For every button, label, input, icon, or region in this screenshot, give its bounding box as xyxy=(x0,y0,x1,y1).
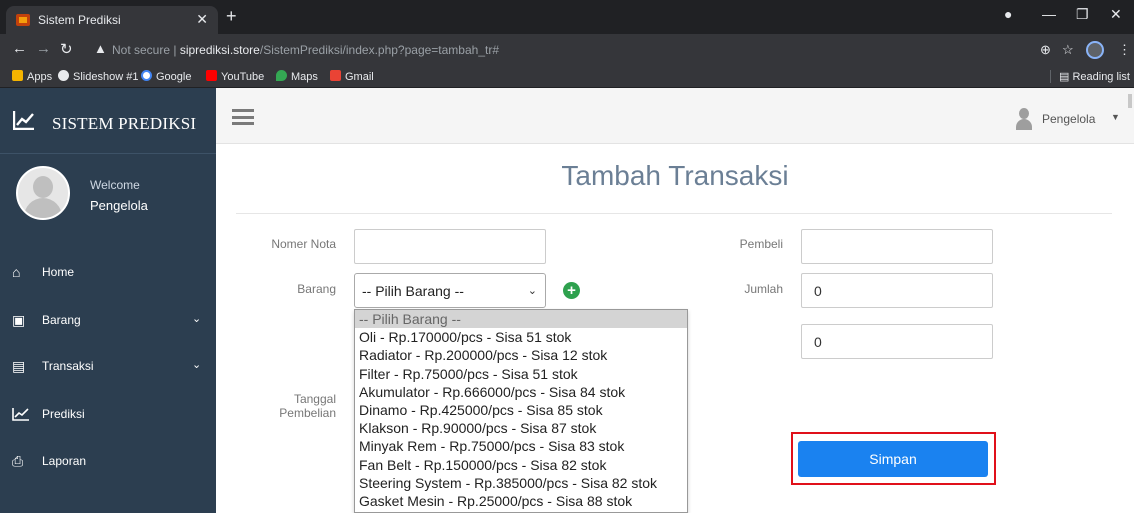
reload-icon[interactable]: ↻ xyxy=(60,40,73,58)
chevron-down-icon: ⌄ xyxy=(192,313,202,325)
scrollbar[interactable] xyxy=(1128,94,1132,108)
home-icon: ⌂ xyxy=(12,264,21,280)
jumlah-label: Jumlah xyxy=(744,282,783,296)
sidebar-item-label: Barang xyxy=(42,313,81,327)
browser-tab[interactable]: Sistem Prediksi ✕ xyxy=(6,6,218,34)
barang-select[interactable]: -- Pilih Barang -- ⌄ xyxy=(354,273,546,308)
dropdown-option[interactable]: Filter - Rp.75000/pcs - Sisa 51 stok xyxy=(355,365,687,383)
dropdown-option[interactable]: Steering System - Rp.385000/pcs - Sisa 8… xyxy=(355,474,687,492)
new-tab-icon[interactable]: + xyxy=(226,6,237,27)
bookmark-apps[interactable]: Apps xyxy=(12,70,52,83)
sidebar-item-prediksi[interactable]: Prediksi xyxy=(0,401,216,429)
bookmark-maps[interactable]: Maps xyxy=(276,70,318,83)
nomer-nota-label: Nomer Nota xyxy=(271,237,336,251)
page-title: Tambah Transaksi xyxy=(561,160,789,191)
dropdown-option[interactable]: Gasket Mesin - Rp.25000/pcs - Sisa 88 st… xyxy=(355,492,687,510)
dropdown-option[interactable]: Oli - Rp.170000/pcs - Sisa 51 stok xyxy=(355,328,687,346)
nomer-nota-input[interactable] xyxy=(354,229,546,264)
favicon-icon xyxy=(16,14,30,26)
jumlah-input[interactable] xyxy=(801,273,993,308)
slideshow-icon xyxy=(58,70,69,81)
url-text: Not secure | siprediksi.store/SistemPred… xyxy=(112,43,500,57)
sidebar-item-label: Home xyxy=(42,265,75,279)
menu-dots-icon[interactable]: ⋮ xyxy=(1118,42,1131,58)
topbar: Pengelola ▼ xyxy=(216,88,1134,144)
chevron-down-icon: ⌄ xyxy=(527,285,537,297)
back-icon[interactable]: ← xyxy=(12,40,27,57)
bookmark-youtube[interactable]: YouTube xyxy=(206,70,264,83)
dropdown-option[interactable]: Radiator - Rp.200000/pcs - Sisa 12 stok xyxy=(355,346,687,364)
welcome-text: Welcome xyxy=(90,178,140,192)
brand-text: SISTEM PREDIKSI xyxy=(52,114,197,133)
sidebar-username: Pengelola xyxy=(90,198,148,213)
chart-line-icon xyxy=(13,111,34,130)
star-icon[interactable]: ☆ xyxy=(1062,42,1074,58)
caret-down-icon[interactable]: ▼ xyxy=(1111,112,1120,122)
printer-icon: ⎙ xyxy=(12,453,24,469)
browser-tabbar: Sistem Prediksi ✕ + ● — ❐ ✕ xyxy=(0,0,1134,34)
forward-icon[interactable]: → xyxy=(36,40,51,57)
user-menu-label[interactable]: Pengelola xyxy=(1042,112,1095,126)
bookmarks-bar: Apps Slideshow #1 Google YouTube Maps Gm… xyxy=(0,66,1134,88)
maps-icon xyxy=(276,70,287,81)
restore-icon[interactable]: ❐ xyxy=(1076,6,1089,23)
dropdown-option[interactable]: Dinamo - Rp.425000/pcs - Sisa 85 stok xyxy=(355,401,687,419)
card-icon: ▤ xyxy=(12,358,26,374)
dropdown-option[interactable]: Akumulator - Rp.666000/pcs - Sisa 84 sto… xyxy=(355,383,687,401)
close-tab-icon[interactable]: ✕ xyxy=(196,11,208,28)
briefcase-icon: ▣ xyxy=(12,312,26,328)
barang-dropdown-list[interactable]: -- Pilih Barang -- Oli - Rp.170000/pcs - … xyxy=(354,309,688,513)
sidebar-item-barang[interactable]: ▣ Barang ⌄ xyxy=(0,307,216,335)
divider xyxy=(236,213,1112,214)
sidebar-item-laporan[interactable]: ⎙ Laporan xyxy=(0,448,216,476)
brand[interactable]: SISTEM PREDIKSI xyxy=(0,88,216,154)
hamburger-icon[interactable] xyxy=(232,109,254,125)
sidebar-item-label: Prediksi xyxy=(42,407,85,421)
total-input[interactable] xyxy=(801,324,993,359)
minimize-icon[interactable]: — xyxy=(1042,6,1056,22)
user-icon[interactable] xyxy=(1016,108,1032,130)
avatar xyxy=(16,166,70,220)
bookmark-google[interactable]: Google xyxy=(141,70,191,83)
not-secure-label: Not secure xyxy=(112,43,171,57)
reading-list[interactable]: ▤ Reading list xyxy=(1050,70,1130,83)
bookmark-gmail[interactable]: Gmail xyxy=(330,70,374,83)
url-host: siprediksi.store xyxy=(179,43,260,57)
url-path: /SistemPrediksi/index.php?page=tambah_tr… xyxy=(259,43,500,57)
pembeli-label: Pembeli xyxy=(739,237,783,251)
chart-icon xyxy=(12,408,29,421)
chevron-down-icon: ⌄ xyxy=(192,359,202,371)
pembeli-input[interactable] xyxy=(801,229,993,264)
zoom-icon[interactable]: ⊕ xyxy=(1040,42,1051,58)
sidebar-item-label: Transaksi xyxy=(42,359,94,373)
dropdown-option[interactable]: Fan Belt - Rp.150000/pcs - Sisa 82 stok xyxy=(355,456,687,474)
close-window-icon[interactable]: ✕ xyxy=(1110,6,1122,23)
bookmark-slideshow[interactable]: Slideshow #1 xyxy=(58,70,138,83)
tanggal-label: Tanggal Pembelian xyxy=(279,392,336,420)
url-field[interactable]: ▲ Not secure | siprediksi.store/SistemPr… xyxy=(82,38,1088,62)
sidebar-item-transaksi[interactable]: ▤ Transaksi ⌄ xyxy=(0,353,216,381)
warning-icon: ▲ xyxy=(94,41,107,56)
profile-dot-icon[interactable]: ● xyxy=(1004,6,1012,22)
simpan-button[interactable]: Simpan xyxy=(798,441,988,477)
sidebar: SISTEM PREDIKSI Welcome Pengelola ⌂ Home… xyxy=(0,88,216,513)
apps-grid-icon xyxy=(12,70,23,81)
add-barang-icon[interactable]: + xyxy=(563,282,580,299)
youtube-icon xyxy=(206,70,217,81)
dropdown-option[interactable]: Klakson - Rp.90000/pcs - Sisa 87 stok xyxy=(355,419,687,437)
gmail-icon xyxy=(330,70,341,81)
address-bar: ← → ↻ ▲ Not secure | siprediksi.store/Si… xyxy=(0,34,1134,66)
sidebar-item-home[interactable]: ⌂ Home xyxy=(0,259,216,287)
barang-selected-value: -- Pilih Barang -- xyxy=(362,283,464,299)
profile-avatar[interactable] xyxy=(1086,41,1104,59)
tab-title: Sistem Prediksi xyxy=(38,13,121,27)
google-icon xyxy=(141,70,152,81)
barang-label: Barang xyxy=(297,282,336,296)
dropdown-option[interactable]: Minyak Rem - Rp.75000/pcs - Sisa 83 stok xyxy=(355,437,687,455)
sidebar-item-label: Laporan xyxy=(42,454,87,468)
dropdown-option[interactable]: -- Pilih Barang -- xyxy=(355,310,687,329)
